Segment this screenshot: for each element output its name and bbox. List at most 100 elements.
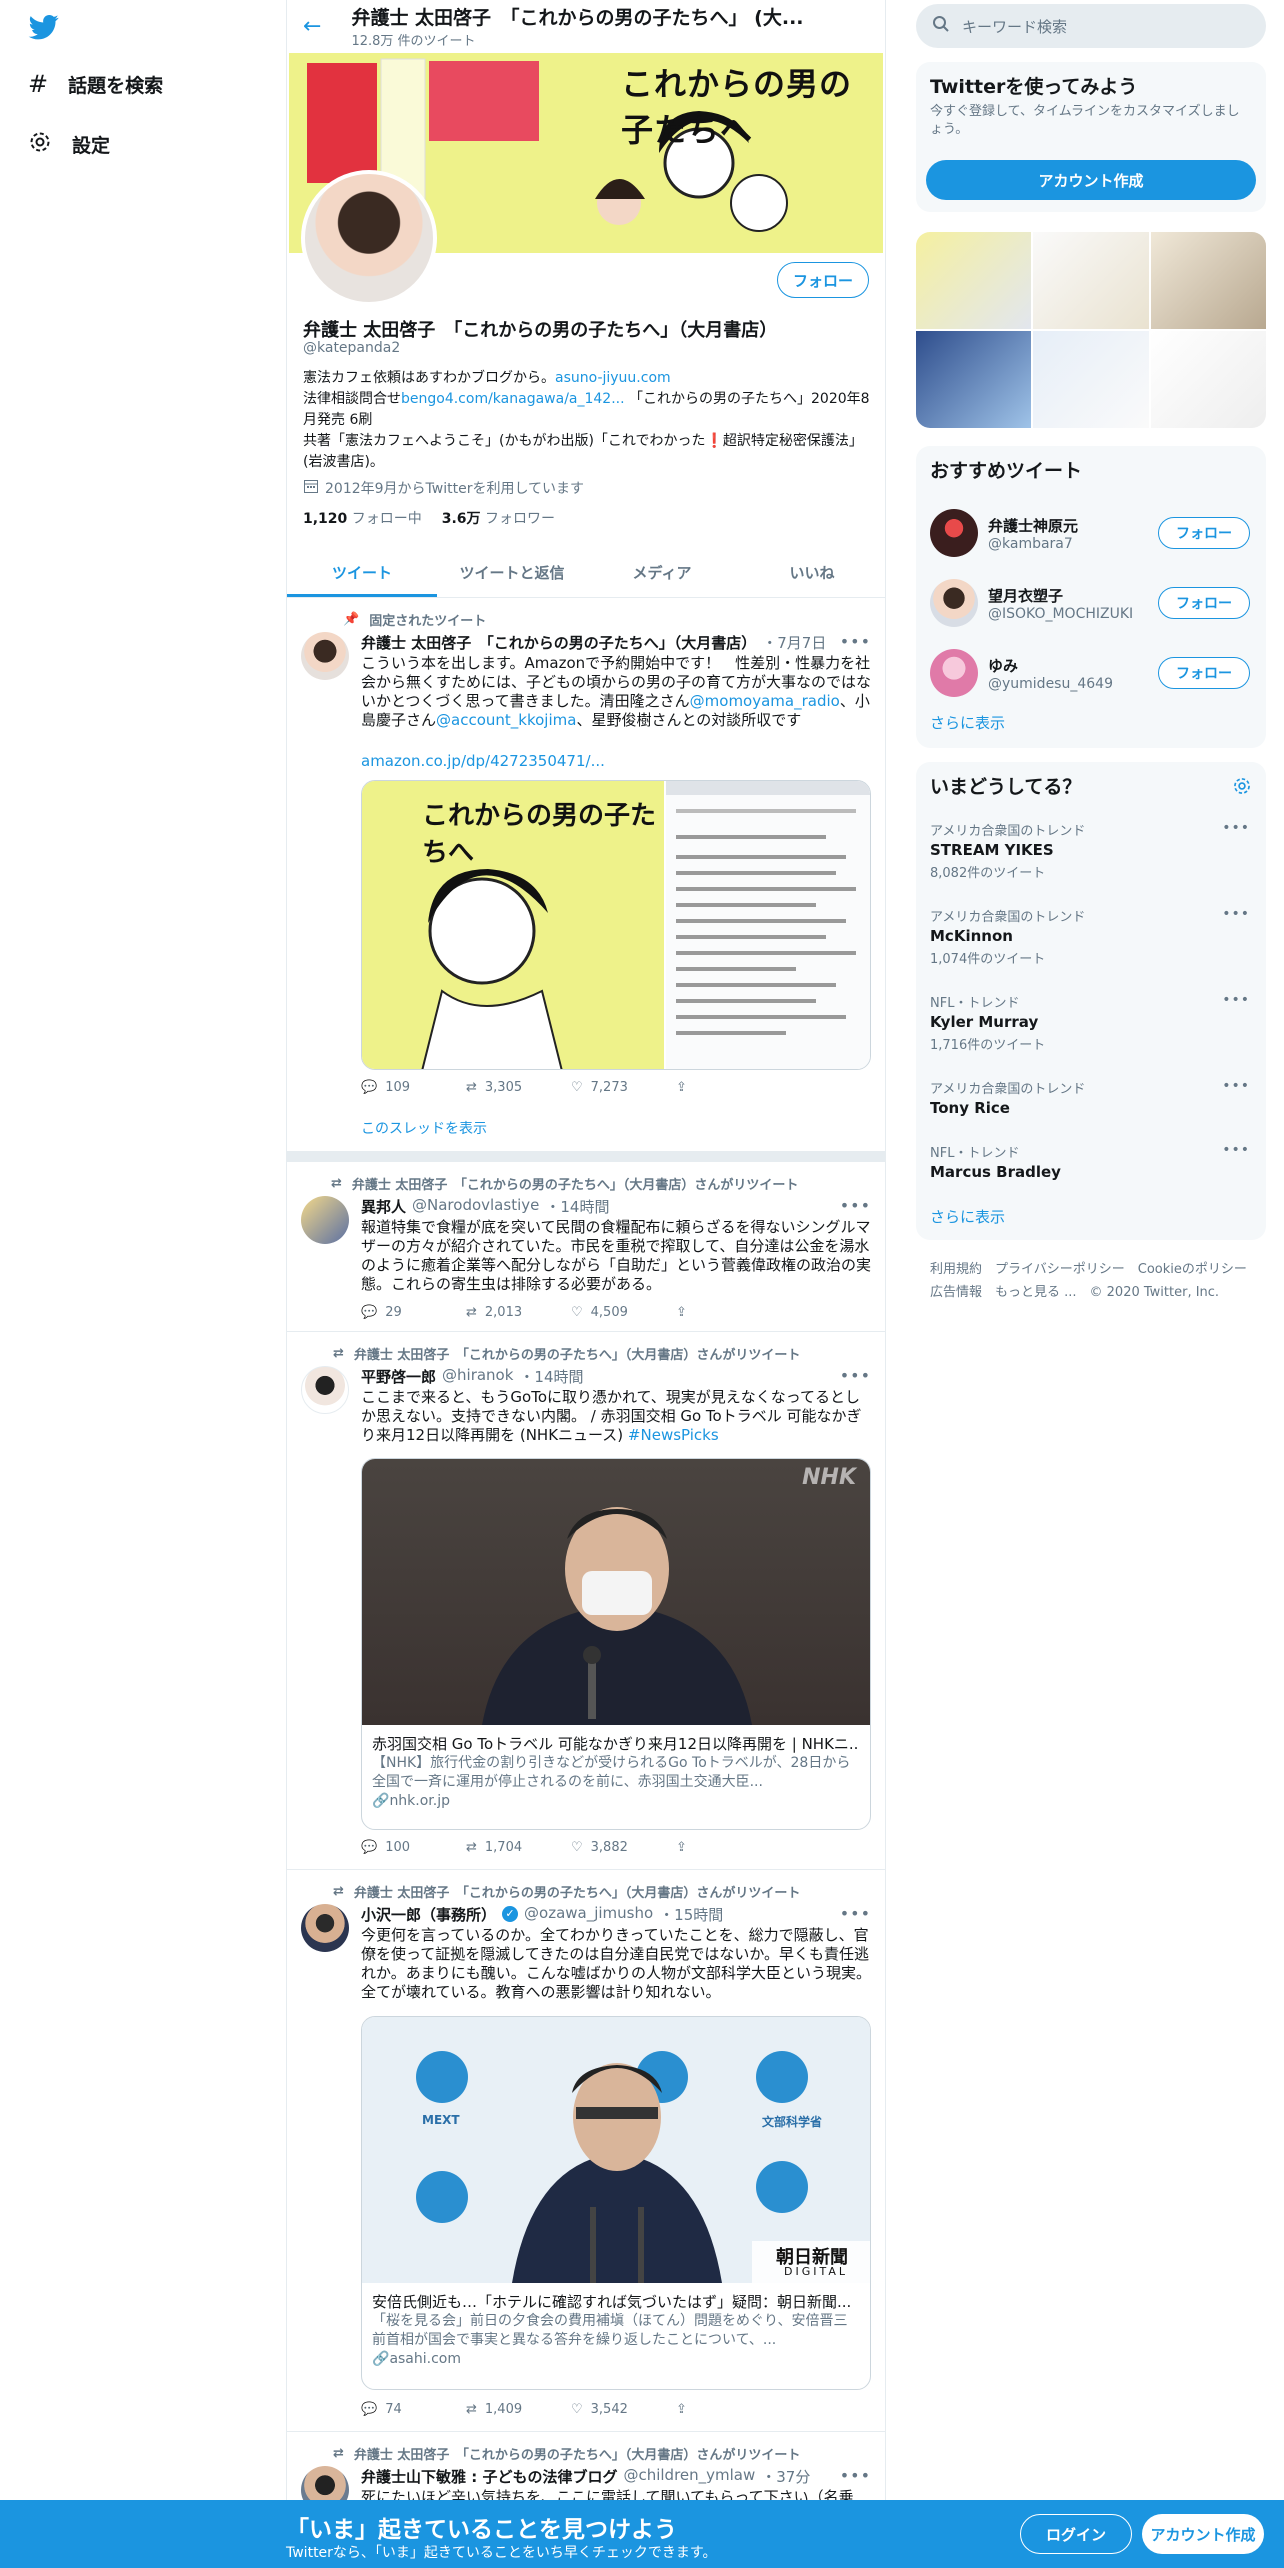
back-arrow-icon[interactable]: ← [303, 14, 321, 39]
trend-item[interactable]: NFL・トレンド Marcus Bradley ••• [930, 1142, 1250, 1181]
signup-button[interactable]: アカウント作成 [1142, 2514, 1264, 2554]
nav-settings[interactable]: 設定 [28, 130, 110, 159]
tab-likes[interactable]: いいね [737, 548, 885, 597]
show-more-link[interactable]: さらに表示 [930, 712, 1005, 733]
user-avatar[interactable] [930, 579, 978, 627]
followers-count[interactable]: 3.6万 フォロワー [442, 508, 555, 528]
tweet-pinned[interactable]: 📌 固定されたツイート 弁護士 太田啓子 「これからの男の子たちへ」（大月書店）… [287, 598, 885, 1152]
tweet-author[interactable]: 弁護士 太田啓子 「これからの男の子たちへ」（大月書店） [361, 632, 756, 653]
signup-button[interactable]: アカウント作成 [926, 160, 1256, 200]
more-icon[interactable]: ••• [840, 1904, 871, 1923]
recommended-user[interactable]: 望月衣塑子 @ISOKO_MOCHIZUKI フォロー [930, 568, 1250, 638]
footer-line-1[interactable]: 利用規約 プライバシーポリシー Cookieのポリシー [930, 1258, 1260, 1281]
follow-button[interactable]: フォロー [1158, 657, 1250, 689]
share-button[interactable]: ⇪ [676, 1305, 781, 1320]
bio-link-bengo4[interactable]: bengo4.com/kanagawa/a_142... [401, 391, 625, 407]
trend-item[interactable]: アメリカ合衆国のトレンド McKinnon 1,074件のツイート ••• [930, 906, 1250, 967]
mention-link[interactable]: @momoyama_radio [690, 692, 840, 710]
tweet-handle[interactable]: @Narodovlastiye [412, 1196, 539, 1217]
tweet-author[interactable]: 弁護士山下敏雅 : 子どもの法律ブログ [361, 2466, 617, 2487]
amazon-link[interactable]: amazon.co.jp/dp/4272350471/... [361, 752, 871, 771]
share-button[interactable]: ⇪ [676, 1080, 781, 1095]
tweet-avatar[interactable] [301, 1366, 349, 1414]
follow-button[interactable]: フォロー [1158, 517, 1250, 549]
more-icon[interactable]: ••• [840, 2466, 871, 2485]
recommended-user[interactable]: 弁護士神原元 @kambara7 フォロー [930, 498, 1250, 568]
share-button[interactable]: ⇪ [676, 1840, 781, 1855]
tweet-author[interactable]: 異邦人 [361, 1196, 406, 1217]
tweet-media-images[interactable]: これからの男の子たちへ [361, 780, 871, 1070]
like-button[interactable]: ♡ 3,542 [571, 2402, 676, 2417]
tweet-date[interactable]: ・14時間 [545, 1196, 609, 1217]
retweet-button[interactable]: ⇄ 3,305 [466, 1080, 571, 1095]
trend-item[interactable]: NFL・トレンド Kyler Murray 1,716件のツイート ••• [930, 992, 1250, 1053]
media-thumb[interactable] [1150, 232, 1266, 329]
media-thumb[interactable] [916, 331, 1032, 428]
show-thread-link[interactable]: このスレッドを表示 [361, 1120, 871, 1139]
show-more-link[interactable]: さらに表示 [930, 1206, 1005, 1227]
follow-button[interactable]: フォロー [777, 262, 869, 298]
login-button[interactable]: ログイン [1020, 2514, 1132, 2554]
tweet-avatar[interactable] [301, 1904, 349, 1952]
gear-icon[interactable] [1232, 776, 1252, 800]
following-count[interactable]: 1,120 フォロー中 [303, 508, 422, 528]
tweet-date[interactable]: ・14時間 [519, 1366, 583, 1387]
trend-item[interactable]: アメリカ合衆国のトレンド Tony Rice ••• [930, 1078, 1250, 1117]
reply-button[interactable]: 💬 100 [361, 1840, 466, 1855]
more-icon[interactable]: ••• [840, 1366, 871, 1385]
tweet-date[interactable]: ・37分 [761, 2466, 810, 2487]
follow-button[interactable]: フォロー [1158, 587, 1250, 619]
bio-link-asuno[interactable]: asuno-jiyuu.com [555, 370, 671, 386]
mention-link[interactable]: @account_kkojima [436, 711, 576, 729]
search-box[interactable]: キーワード検索 [916, 4, 1266, 48]
tweet-retweet[interactable]: ⇄ 弁護士 太田啓子 「これからの男の子たちへ」（大月書店）さんがリツイート 小… [287, 1870, 885, 2432]
reply-button[interactable]: 💬 109 [361, 1080, 466, 1095]
tweet-avatar[interactable] [301, 632, 349, 680]
user-avatar[interactable] [930, 649, 978, 697]
retweet-button[interactable]: ⇄ 1,704 [466, 1840, 571, 1855]
more-icon[interactable]: ••• [1222, 992, 1250, 1008]
tab-media[interactable]: メディア [587, 548, 737, 597]
media-thumb[interactable] [1150, 331, 1266, 428]
book-cover-image[interactable]: これからの男の子たちへ [362, 781, 664, 1069]
nav-explore[interactable]: # 話題を検索 [28, 70, 163, 98]
retweet-button[interactable]: ⇄ 2,013 [466, 1305, 571, 1320]
tweet-avatar[interactable] [301, 1196, 349, 1244]
retweet-button[interactable]: ⇄ 1,409 [466, 2402, 571, 2417]
tweet-author[interactable]: 平野啓一郎 [361, 1366, 436, 1387]
media-thumb[interactable] [1033, 232, 1149, 329]
more-icon[interactable]: ••• [1222, 906, 1250, 922]
tweet-retweet[interactable]: ⇄ 弁護士 太田啓子 「これからの男の子たちへ」（大月書店）さんがリツイート 異… [287, 1162, 885, 1332]
more-icon[interactable]: ••• [840, 632, 871, 651]
like-button[interactable]: ♡ 4,509 [571, 1305, 676, 1320]
tab-tweets-replies[interactable]: ツイートと返信 [437, 548, 587, 597]
footer-line-2[interactable]: 広告情報 もっと見る ... © 2020 Twitter, Inc. [930, 1281, 1260, 1304]
tweet-author[interactable]: 小沢一郎（事務所） [361, 1904, 496, 1925]
recommended-user[interactable]: ゆみ @yumidesu_4649 フォロー [930, 638, 1250, 708]
like-button[interactable]: ♡ 7,273 [571, 1080, 676, 1095]
like-button[interactable]: ♡ 3,882 [571, 1840, 676, 1855]
reply-button[interactable]: 💬 29 [361, 1305, 466, 1320]
share-button[interactable]: ⇪ [676, 2402, 781, 2417]
media-thumb[interactable] [916, 232, 1032, 329]
reply-button[interactable]: 💬 74 [361, 2402, 466, 2417]
tweet-handle[interactable]: @ozawa_jimusho [524, 1904, 653, 1925]
tab-tweets[interactable]: ツイート [287, 548, 437, 597]
trend-item[interactable]: アメリカ合衆国のトレンド STREAM YIKES 8,082件のツイート ••… [930, 820, 1250, 881]
tweet-handle[interactable]: @hiranok [442, 1366, 513, 1387]
more-icon[interactable]: ••• [840, 1196, 871, 1215]
more-icon[interactable]: ••• [1222, 820, 1250, 836]
user-avatar[interactable] [930, 509, 978, 557]
more-icon[interactable]: ••• [1222, 1078, 1250, 1094]
link-card[interactable]: MEXT 文部科学省 朝日新聞 DIGITAL 安倍氏側近も…「ホテルに確認すれ… [361, 2016, 871, 2390]
tweet-date[interactable]: ・7月7日 [762, 632, 826, 653]
profile-avatar[interactable] [301, 170, 437, 306]
hashtag-link[interactable]: #NewsPicks [628, 1426, 719, 1444]
book-toc-image[interactable] [664, 781, 870, 1069]
tweet-handle[interactable]: @children_ymlaw [623, 2466, 755, 2487]
link-card[interactable]: NHK 赤羽国交相 Go Toトラベル 可能なかぎり来月12日以降再開を | N… [361, 1458, 871, 1830]
twitter-logo-icon[interactable] [28, 12, 60, 46]
tweet-date[interactable]: ・15時間 [659, 1904, 723, 1925]
media-thumb[interactable] [1033, 331, 1149, 428]
tweet-retweet[interactable]: ⇄ 弁護士 太田啓子 「これからの男の子たちへ」（大月書店）さんがリツイート 平… [287, 1332, 885, 1870]
